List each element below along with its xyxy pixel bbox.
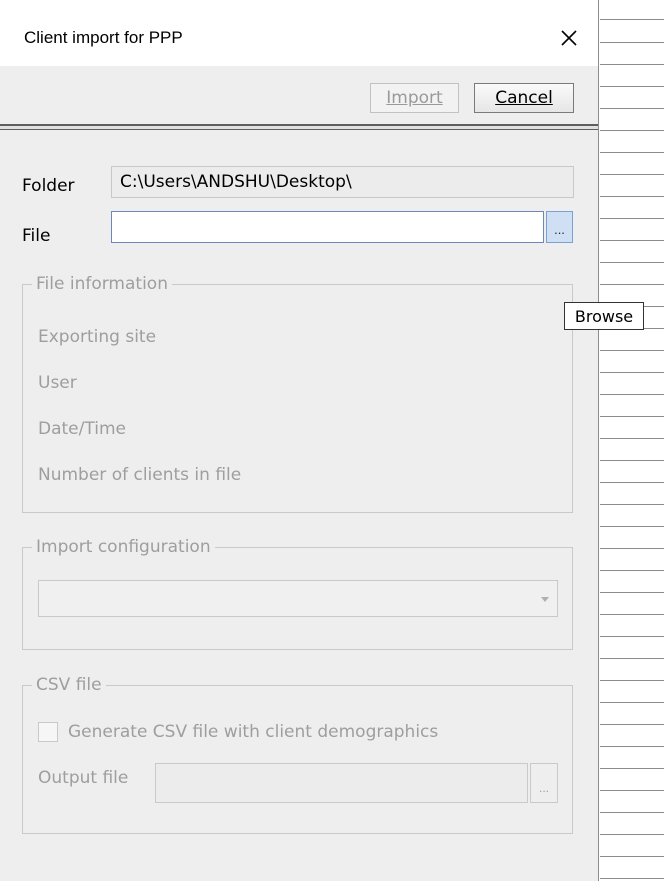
output-file-label: Output file — [38, 768, 129, 788]
file-label: File — [22, 226, 51, 246]
cancel-button[interactable]: Cancel — [474, 83, 574, 113]
chevron-down-icon — [541, 597, 549, 602]
date-time-label: Date/Time — [38, 419, 126, 439]
file-input[interactable] — [111, 211, 544, 243]
browse-button[interactable]: ... — [546, 211, 573, 243]
exporting-site-label: Exporting site — [38, 327, 157, 347]
client-import-dialog: Client import for PPP Import Cancel Fold… — [0, 0, 644, 881]
file-information-legend: File information — [32, 274, 172, 294]
folder-field[interactable]: C:\Users\ANDSHU\Desktop\ — [111, 166, 574, 198]
close-icon[interactable] — [555, 24, 583, 52]
output-file-field[interactable] — [155, 763, 528, 803]
number-of-clients-label: Number of clients in file — [38, 465, 242, 485]
generate-csv-checkbox[interactable] — [38, 722, 58, 742]
output-browse-button[interactable]: ... — [530, 763, 558, 803]
import-configuration-select[interactable] — [38, 580, 558, 617]
folder-label: Folder — [22, 176, 75, 196]
import-button-label: Import — [386, 88, 443, 108]
dialog-title: Client import for PPP — [24, 28, 183, 47]
csv-file-group — [22, 685, 573, 834]
import-button[interactable]: Import — [370, 83, 459, 113]
import-configuration-legend: Import configuration — [32, 537, 215, 557]
generate-csv-label: Generate CSV file with client demographi… — [68, 722, 439, 742]
toolbar-separator — [0, 124, 598, 130]
browse-tooltip: Browse — [564, 302, 644, 330]
title-bar: Client import for PPP — [0, 0, 598, 66]
background-window-lines — [600, 0, 664, 881]
cancel-button-label: Cancel — [495, 88, 553, 108]
user-label: User — [38, 373, 77, 393]
csv-file-legend: CSV file — [32, 675, 106, 695]
